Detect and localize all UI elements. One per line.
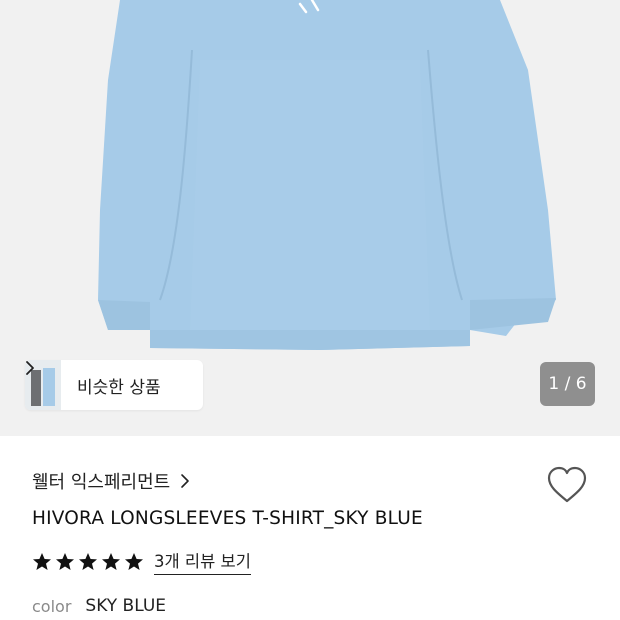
color-label: color (32, 596, 72, 616)
star-filled-icon (101, 552, 121, 572)
wishlist-button[interactable] (546, 466, 588, 504)
chevron-right-icon (180, 473, 190, 489)
heart-outline-icon (547, 466, 587, 503)
view-reviews-link[interactable]: 3개 리뷰 보기 (154, 548, 251, 575)
star-filled-icon (78, 552, 98, 572)
similar-products-label: 비슷한 상품 (77, 377, 161, 398)
brand-link[interactable]: 웰터 익스페리먼트 (32, 468, 190, 494)
product-title: HIVORA LONGSLEEVES T-SHIRT_SKY BLUE (32, 508, 423, 529)
star-filled-icon (55, 552, 75, 572)
similar-products-button[interactable]: 비슷한 상품 (25, 360, 203, 410)
star-filled-icon (32, 552, 52, 572)
product-image-gallery[interactable]: 비슷한 상품 1 / 6 (0, 0, 620, 436)
rating-stars (32, 552, 144, 572)
color-row: color SKY BLUE (32, 596, 166, 616)
gallery-page-indicator: 1 / 6 (540, 362, 595, 406)
rating-row: 3개 리뷰 보기 (32, 548, 251, 575)
star-filled-icon (124, 552, 144, 572)
color-value: SKY BLUE (85, 596, 166, 616)
brand-name: 웰터 익스페리먼트 (32, 472, 171, 493)
